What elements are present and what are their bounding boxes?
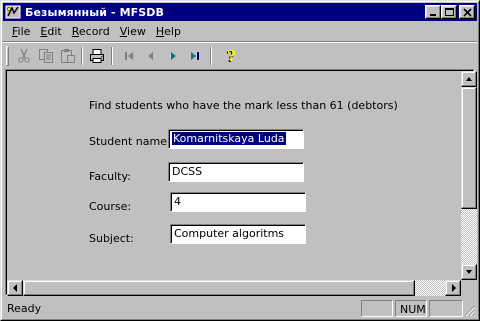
paste-button[interactable] xyxy=(57,46,79,66)
status-indicator-caps xyxy=(361,300,393,317)
vertical-scroll-thumb[interactable] xyxy=(461,87,477,209)
maximize-button[interactable] xyxy=(441,5,457,19)
status-indicator-scroll xyxy=(429,300,463,317)
toolbar-separator xyxy=(81,47,83,65)
previous-record-button[interactable] xyxy=(140,46,162,66)
close-icon xyxy=(463,8,472,17)
menu-edit[interactable]: Edit xyxy=(35,25,66,38)
menu-bar: File Edit Record View Help xyxy=(3,22,477,41)
form-view: Find students who have the mark less tha… xyxy=(5,69,477,296)
resize-grip-icon[interactable] xyxy=(464,305,476,317)
toolbar-separator xyxy=(111,47,113,65)
course-field[interactable]: 4 xyxy=(170,192,306,212)
minimize-icon xyxy=(430,14,436,16)
next-record-icon xyxy=(171,52,176,60)
scroll-right-button[interactable] xyxy=(445,280,461,296)
student-name-label: Student name: xyxy=(89,135,171,148)
cut-button[interactable] xyxy=(13,46,35,66)
faculty-label: Faculty: xyxy=(89,170,131,183)
subject-label: Subject: xyxy=(89,232,134,245)
horizontal-scroll-thumb[interactable] xyxy=(23,280,415,296)
close-button[interactable] xyxy=(459,5,475,19)
copy-button[interactable] xyxy=(35,46,57,66)
faculty-value: DCSS xyxy=(172,165,203,178)
menu-view[interactable]: View xyxy=(115,25,151,38)
toolbar-separator xyxy=(210,47,212,65)
cut-icon xyxy=(18,48,30,63)
form-heading: Find students who have the mark less tha… xyxy=(89,99,398,112)
scroll-up-button[interactable] xyxy=(461,71,477,87)
last-record-icon xyxy=(191,52,199,60)
arrow-down-icon xyxy=(466,270,472,274)
svg-text:?: ? xyxy=(227,48,236,64)
toolbar: ? ? xyxy=(3,43,477,69)
arrow-right-icon xyxy=(452,284,456,292)
previous-record-icon xyxy=(148,52,153,60)
subject-value: Computer algoritms xyxy=(174,227,285,240)
menu-help[interactable]: Help xyxy=(151,25,186,38)
copy-icon xyxy=(39,49,53,63)
next-record-button[interactable] xyxy=(162,46,184,66)
horizontal-scrollbar[interactable] xyxy=(7,280,461,296)
help-button[interactable]: ? ? xyxy=(220,46,242,66)
window-title: Безымянный - MFSDB xyxy=(25,5,165,19)
print-icon xyxy=(90,49,104,63)
vertical-scrollbar[interactable] xyxy=(461,71,477,280)
arrow-left-icon xyxy=(13,284,17,292)
status-indicator-num: NUM xyxy=(395,300,427,317)
scroll-down-button[interactable] xyxy=(461,264,477,280)
minimize-button[interactable] xyxy=(425,5,441,19)
menu-file[interactable]: File xyxy=(7,25,35,38)
toolbar-grip[interactable] xyxy=(6,46,9,66)
course-value: 4 xyxy=(174,195,181,208)
subject-field[interactable]: Computer algoritms xyxy=(170,224,306,244)
title-bar[interactable]: Безымянный - MFSDB xyxy=(3,3,477,21)
application-window: Безымянный - MFSDB File Edit Record View… xyxy=(0,0,480,321)
scroll-left-button[interactable] xyxy=(7,280,23,296)
first-record-button[interactable] xyxy=(118,46,140,66)
status-bar: Ready NUM xyxy=(3,298,477,318)
first-record-icon xyxy=(125,52,133,60)
status-text: Ready xyxy=(7,302,42,315)
student-name-field[interactable]: Komarnitskaya Luda xyxy=(168,129,304,149)
help-icon: ? ? xyxy=(226,48,236,64)
paste-icon xyxy=(61,49,75,63)
course-label: Course: xyxy=(89,200,132,213)
print-button[interactable] xyxy=(86,46,108,66)
last-record-button[interactable] xyxy=(184,46,206,66)
faculty-field[interactable]: DCSS xyxy=(168,162,304,182)
scrollbar-corner xyxy=(461,280,477,296)
app-icon[interactable] xyxy=(5,4,21,20)
arrow-up-icon xyxy=(466,77,472,81)
menu-record[interactable]: Record xyxy=(67,25,115,38)
maximize-icon xyxy=(445,8,454,16)
student-name-value: Komarnitskaya Luda xyxy=(172,132,286,145)
